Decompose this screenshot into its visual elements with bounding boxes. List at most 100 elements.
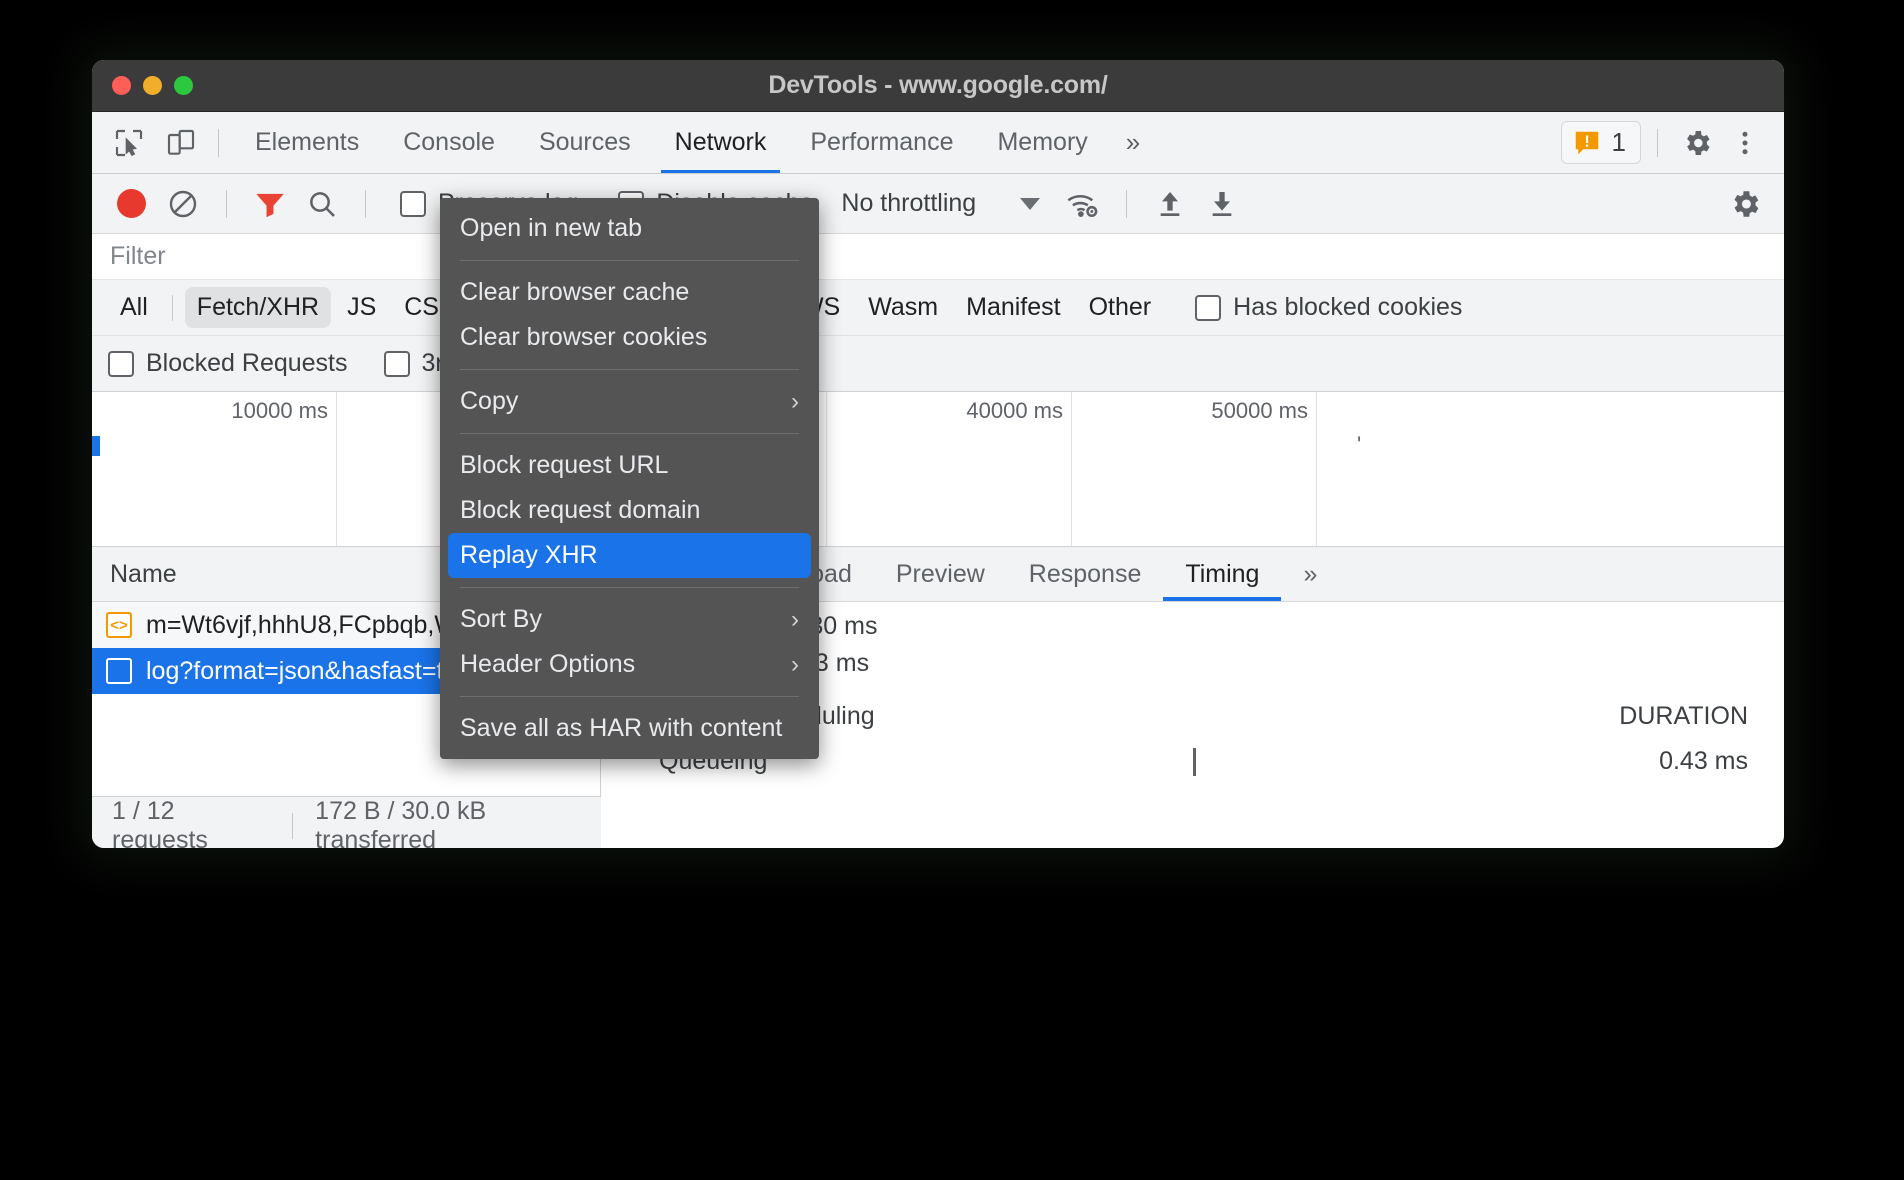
warning-count: 1	[1612, 127, 1626, 158]
resource-type-filters: All Fetch/XHR JS CSS Img Media Font Doc …	[92, 280, 1784, 336]
checkbox-box	[1195, 295, 1221, 321]
tab-timing[interactable]: Timing	[1163, 547, 1281, 601]
checkbox-box	[400, 191, 426, 217]
tab-sources[interactable]: Sources	[517, 112, 653, 173]
has-blocked-cookies-checkbox[interactable]: Has blocked cookies	[1195, 293, 1462, 322]
checkbox-box	[384, 351, 410, 377]
record-button-icon[interactable]	[108, 181, 154, 227]
devtools-tabstrip: Elements Console Sources Network Perform…	[92, 112, 1784, 174]
window-title: DevTools - www.google.com/	[92, 71, 1784, 100]
menu-separator	[460, 433, 799, 434]
has-blocked-cookies-label: Has blocked cookies	[1233, 293, 1462, 322]
tab-elements[interactable]: Elements	[233, 112, 381, 173]
menu-separator	[460, 260, 799, 261]
warning-badge-icon	[1572, 128, 1602, 158]
more-detail-tabs-icon[interactable]: »	[1281, 547, 1339, 601]
menu-separator	[460, 696, 799, 697]
blocked-requests-label: Blocked Requests	[146, 349, 348, 378]
menu-item-label: Copy	[460, 387, 518, 416]
download-har-icon[interactable]	[1199, 181, 1245, 227]
menu-item-label: Header Options	[460, 650, 635, 679]
menu-separator	[460, 587, 799, 588]
filter-funnel-icon[interactable]	[247, 181, 293, 227]
menu-item-label: Sort By	[460, 605, 542, 634]
search-input[interactable]	[92, 234, 1784, 279]
tab-label: Memory	[997, 128, 1087, 157]
network-settings-area	[1722, 181, 1768, 227]
tabstrip-divider	[1657, 129, 1658, 157]
network-toolbar: Preserve log Disable cache No throttling	[92, 174, 1784, 234]
chevron-right-icon: ›	[791, 388, 799, 416]
warning-badge[interactable]: 1	[1561, 121, 1641, 164]
device-toggle-icon[interactable]	[158, 120, 204, 166]
checkbox-box	[108, 351, 134, 377]
minimize-window-button[interactable]	[143, 76, 162, 95]
network-overview-timeline[interactable]: 10000 ms 20000 ms 30000 ms 40000 ms 5000…	[92, 392, 1784, 547]
duration-column-header: DURATION	[1619, 702, 1748, 731]
tab-preview[interactable]: Preview	[874, 547, 1007, 601]
menu-item-save-all-as-har[interactable]: Save all as HAR with content	[440, 706, 819, 751]
menu-item-copy[interactable]: Copy ›	[440, 379, 819, 424]
tab-performance[interactable]: Performance	[788, 112, 975, 173]
toolbar-divider	[218, 129, 219, 157]
xhr-icon	[106, 658, 132, 684]
inspect-cursor-icon[interactable]	[106, 120, 152, 166]
gear-icon[interactable]	[1722, 181, 1768, 227]
window-titlebar: DevTools - www.google.com/	[92, 60, 1784, 112]
tab-label: Network	[675, 128, 767, 157]
menu-item-clear-browser-cookies[interactable]: Clear browser cookies	[440, 315, 819, 360]
tab-label: Performance	[810, 128, 953, 157]
blocked-requests-checkbox[interactable]: Blocked Requests	[108, 349, 348, 378]
transferred-size: 172 B / 30.0 kB transferred	[315, 797, 601, 849]
panel-tabs: Elements Console Sources Network Perform…	[233, 112, 1156, 173]
upload-har-icon[interactable]	[1147, 181, 1193, 227]
overview-tick-label: 50000 ms	[1211, 398, 1308, 424]
tabstrip-right-controls: 1	[1561, 120, 1784, 166]
chevron-down-icon	[1020, 198, 1040, 210]
filter-divider	[172, 295, 173, 321]
tab-label: Console	[403, 128, 495, 157]
menu-item-replay-xhr[interactable]: Replay XHR	[448, 533, 811, 578]
context-menu: Open in new tab Clear browser cache Clea…	[440, 198, 819, 759]
timing-row-duration: 0.43 ms	[1659, 747, 1748, 776]
kebab-menu-icon[interactable]	[1722, 120, 1768, 166]
chevron-right-icon: ›	[791, 651, 799, 679]
type-filter-manifest[interactable]: Manifest	[954, 287, 1072, 328]
type-filter-other[interactable]: Other	[1077, 287, 1164, 328]
status-divider	[292, 813, 293, 839]
type-filter-fetch-xhr[interactable]: Fetch/XHR	[185, 287, 331, 328]
menu-item-block-request-url[interactable]: Block request URL	[440, 443, 819, 488]
type-filter-js[interactable]: JS	[335, 287, 388, 328]
throttling-dropdown[interactable]: No throttling	[841, 189, 1040, 218]
menu-item-clear-browser-cache[interactable]: Clear browser cache	[440, 270, 819, 315]
clear-icon[interactable]	[160, 181, 206, 227]
devtools-tool-icons	[92, 120, 204, 166]
bottom-row: 1 / 12 requests 172 B / 30.0 kB transfer…	[92, 796, 1784, 848]
chevron-right-icon: ›	[791, 606, 799, 634]
menu-item-block-request-domain[interactable]: Block request domain	[440, 488, 819, 533]
toolbar-divider	[365, 190, 366, 218]
menu-item-sort-by[interactable]: Sort By ›	[440, 597, 819, 642]
devtools-window: DevTools - www.google.com/	[92, 60, 1784, 848]
menu-item-open-in-new-tab[interactable]: Open in new tab	[440, 206, 819, 251]
tab-label: Sources	[539, 128, 631, 157]
document-script-icon: <>	[106, 612, 132, 638]
maximize-window-button[interactable]	[174, 76, 193, 95]
tab-memory[interactable]: Memory	[975, 112, 1109, 173]
filter-bar	[92, 234, 1784, 280]
menu-item-header-options[interactable]: Header Options ›	[440, 642, 819, 687]
search-icon[interactable]	[299, 181, 345, 227]
more-tabs-icon[interactable]: »	[1110, 127, 1156, 158]
wifi-settings-icon[interactable]	[1060, 181, 1106, 227]
type-filter-all[interactable]: All	[108, 287, 160, 328]
requests-count: 1 / 12 requests	[112, 797, 270, 849]
tab-console[interactable]: Console	[381, 112, 517, 173]
toolbar-divider	[226, 190, 227, 218]
close-window-button[interactable]	[112, 76, 131, 95]
tab-network[interactable]: Network	[653, 112, 789, 173]
gear-icon[interactable]	[1674, 120, 1720, 166]
tab-response[interactable]: Response	[1007, 547, 1164, 601]
overview-request-bar	[92, 436, 100, 456]
request-options-row: Blocked Requests 3rd-party requests	[92, 336, 1784, 392]
type-filter-wasm[interactable]: Wasm	[856, 287, 950, 328]
